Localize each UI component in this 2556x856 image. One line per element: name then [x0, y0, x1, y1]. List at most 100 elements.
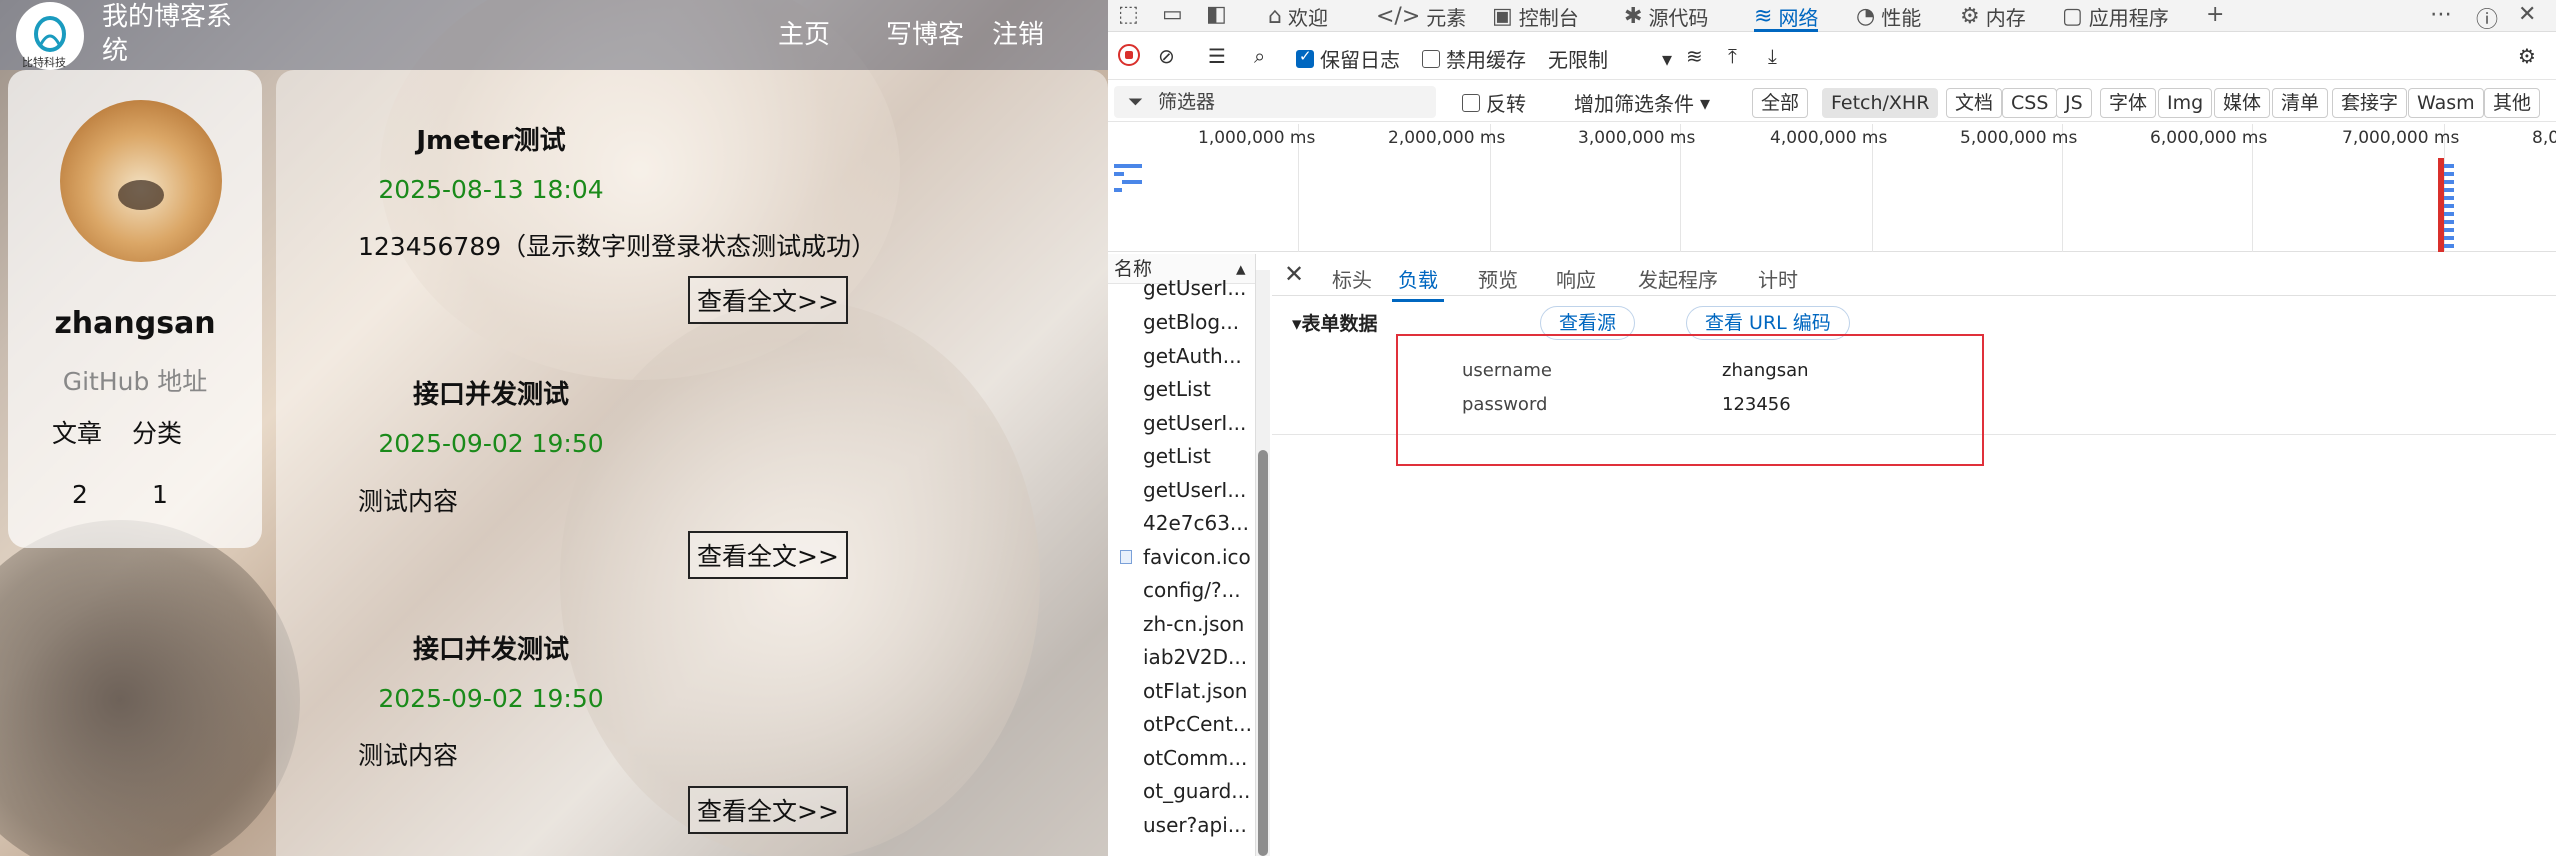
wifi-icon: ≋ — [1754, 3, 1773, 29]
add-tab-icon[interactable]: + — [2206, 2, 2224, 27]
read-more-button[interactable]: 查看全文>> — [688, 276, 848, 324]
nav-home-link[interactable]: 主页 — [778, 14, 830, 51]
device-icon[interactable]: ▭ — [1162, 2, 1183, 27]
request-row[interactable]: getUserI... — [1143, 411, 1246, 435]
close-icon[interactable]: ✕ — [1284, 260, 1304, 288]
request-row[interactable]: getList — [1143, 377, 1211, 401]
tab-network[interactable]: ≋ 网络 — [1754, 0, 1819, 32]
search-button[interactable]: ⌕ — [1254, 44, 1265, 68]
request-row[interactable]: getAuth... — [1143, 344, 1242, 368]
export-button[interactable]: ⤓ — [1768, 44, 1777, 68]
application-icon: ▢ — [2062, 3, 2083, 29]
timeline-tick: 8,0 — [2532, 128, 2556, 148]
request-row[interactable]: getList — [1143, 444, 1211, 468]
disable-cache-checkbox[interactable]: 禁用缓存 — [1422, 44, 1526, 73]
nav-write-link[interactable]: 写博客 — [886, 14, 964, 51]
detail-tabbar: ✕ 标头 负载 预览 响应 发起程序 计时 — [1272, 254, 2556, 302]
request-row[interactable]: zh-cn.json — [1143, 612, 1244, 636]
post-date: 2025-09-02 19:50 — [378, 684, 604, 713]
filter-chip-media[interactable]: 媒体 — [2214, 88, 2271, 118]
tab-label: 应用程序 — [2088, 5, 2169, 30]
help-icon[interactable]: ⓘ — [2476, 2, 2498, 34]
request-list-scrollbar[interactable] — [1256, 270, 1270, 856]
tab-welcome[interactable]: ⌂ 欢迎 — [1268, 0, 1328, 32]
read-more-button[interactable]: 查看全文>> — [688, 531, 848, 579]
request-row[interactable]: favicon.ico — [1143, 545, 1251, 569]
tab-sources[interactable]: ✱ 源代码 — [1624, 0, 1708, 32]
post-date: 2025-09-02 19:50 — [378, 429, 604, 458]
read-more-button[interactable]: 查看全文>> — [688, 786, 848, 834]
download-icon: ⤓ — [1768, 44, 1777, 68]
filter-chip-other[interactable]: 其他 — [2484, 88, 2541, 118]
request-row[interactable]: iab2V2D... — [1143, 645, 1247, 669]
triangle-down-icon: ▾ — [1292, 313, 1302, 335]
tab-memory[interactable]: ⚙ 内存 — [1960, 0, 2026, 32]
clear-button[interactable]: ⊘ — [1158, 44, 1175, 68]
request-row[interactable]: otComm... — [1143, 746, 1247, 770]
filter-chip-font[interactable]: 字体 — [2100, 88, 2157, 118]
filter-chip-js[interactable]: JS — [2056, 88, 2092, 118]
tab-response[interactable]: 响应 — [1556, 264, 1596, 293]
request-row[interactable]: user?api... — [1143, 813, 1247, 837]
post-title: Jmeter测试 — [416, 126, 566, 156]
filter-chip-manifest[interactable]: 清单 — [2272, 88, 2329, 118]
tab-headers[interactable]: 标头 — [1332, 264, 1372, 293]
stat-value-articles: 2 — [72, 480, 88, 509]
filter-chip-css[interactable]: CSS — [2002, 88, 2058, 118]
record-button[interactable] — [1118, 44, 1140, 66]
scrollbar-thumb[interactable] — [1258, 450, 1268, 856]
bug-icon: ✱ — [1624, 3, 1643, 29]
close-icon[interactable]: ✕ — [2518, 2, 2536, 27]
request-row[interactable]: ot_guard... — [1143, 779, 1250, 803]
import-button[interactable]: ⤒ — [1728, 44, 1737, 68]
tab-payload[interactable]: 负载 — [1392, 264, 1444, 302]
tab-initiator[interactable]: 发起程序 — [1638, 264, 1718, 293]
filter-chip-all[interactable]: 全部 — [1752, 88, 1809, 118]
tab-performance[interactable]: ◔ 性能 — [1856, 0, 1921, 32]
request-row[interactable]: otFlat.json — [1143, 679, 1247, 703]
filter-chip-img[interactable]: Img — [2158, 88, 2213, 118]
timeline-tick: 7,000,000 ms — [2342, 128, 2460, 148]
blog-navbar: 比特科技 我的博客系统 主页 写博客 注销 — [0, 0, 1108, 70]
filter-chip-socket[interactable]: 套接字 — [2332, 88, 2408, 118]
nav-logout-link[interactable]: 注销 — [992, 14, 1044, 51]
record-icon — [1118, 44, 1140, 66]
console-icon: ▣ — [1492, 3, 1513, 29]
tab-console[interactable]: ▣ 控制台 — [1492, 0, 1579, 32]
tab-elements[interactable]: </> 元素 — [1376, 0, 1466, 32]
post-title: 接口并发测试 — [412, 380, 569, 410]
request-row[interactable]: otPcCent... — [1143, 712, 1252, 736]
network-timeline[interactable]: 1,000,000 ms 2,000,000 ms 3,000,000 ms 4… — [1108, 124, 2556, 252]
throttle-select[interactable]: 无限制 ▾ — [1548, 44, 1672, 73]
more-options-icon[interactable]: ⋯ — [2430, 2, 2452, 27]
filter-input[interactable]: ⏷ 筛选器 — [1114, 86, 1436, 118]
filter-chip-fetch-xhr[interactable]: Fetch/XHR — [1822, 88, 1939, 118]
request-row[interactable]: getBlog... — [1143, 310, 1239, 334]
tab-timing[interactable]: 计时 — [1758, 264, 1798, 293]
filter-bar: ⏷ 筛选器 反转 增加筛选条件 ▾ 全部 Fetch/XHR 文档 CSS JS 字… — [1108, 82, 2556, 122]
request-row[interactable]: config/?... — [1143, 578, 1241, 602]
form-data-header[interactable]: ▾表单数据 — [1292, 309, 1378, 336]
memory-icon: ⚙ — [1960, 3, 1980, 29]
filter-toggle-button[interactable]: ☰ — [1208, 44, 1226, 68]
more-filters-dropdown[interactable]: 增加筛选条件 ▾ — [1574, 88, 1710, 117]
sidebar-toggle-icon[interactable]: ◧ — [1206, 2, 1227, 27]
request-row[interactable]: getUserI... — [1143, 276, 1246, 300]
tab-preview[interactable]: 预览 — [1478, 264, 1518, 293]
timeline-tick: 5,000,000 ms — [1960, 128, 2078, 148]
post-body: 测试内容 — [358, 741, 459, 770]
network-conditions-button[interactable]: ≋ — [1686, 44, 1703, 68]
preserve-log-checkbox[interactable]: 保留日志 — [1296, 44, 1400, 73]
settings-button[interactable]: ⚙ — [2518, 44, 2536, 68]
inspect-icon[interactable]: ⬚ — [1118, 2, 1139, 27]
request-row[interactable]: 42e7c63... — [1143, 511, 1249, 535]
request-list: 名称 ▴ getUserI... getBlog... getAuth... ge… — [1108, 254, 1256, 856]
tab-label: 元素 — [1426, 5, 1467, 30]
invert-checkbox[interactable]: 反转 — [1462, 88, 1526, 117]
network-toolbar: ⊘ ☰ ⌕ 保留日志 禁用缓存 无限制 ▾ ≋ ⤒ ⤓ ⚙ — [1108, 36, 2556, 80]
tab-label: 网络 — [1778, 5, 1819, 30]
filter-chip-wasm[interactable]: Wasm — [2408, 88, 2484, 118]
request-row[interactable]: getUserI... — [1143, 478, 1246, 502]
tab-application[interactable]: ▢ 应用程序 — [2062, 0, 2169, 32]
filter-chip-doc[interactable]: 文档 — [1946, 88, 2003, 118]
